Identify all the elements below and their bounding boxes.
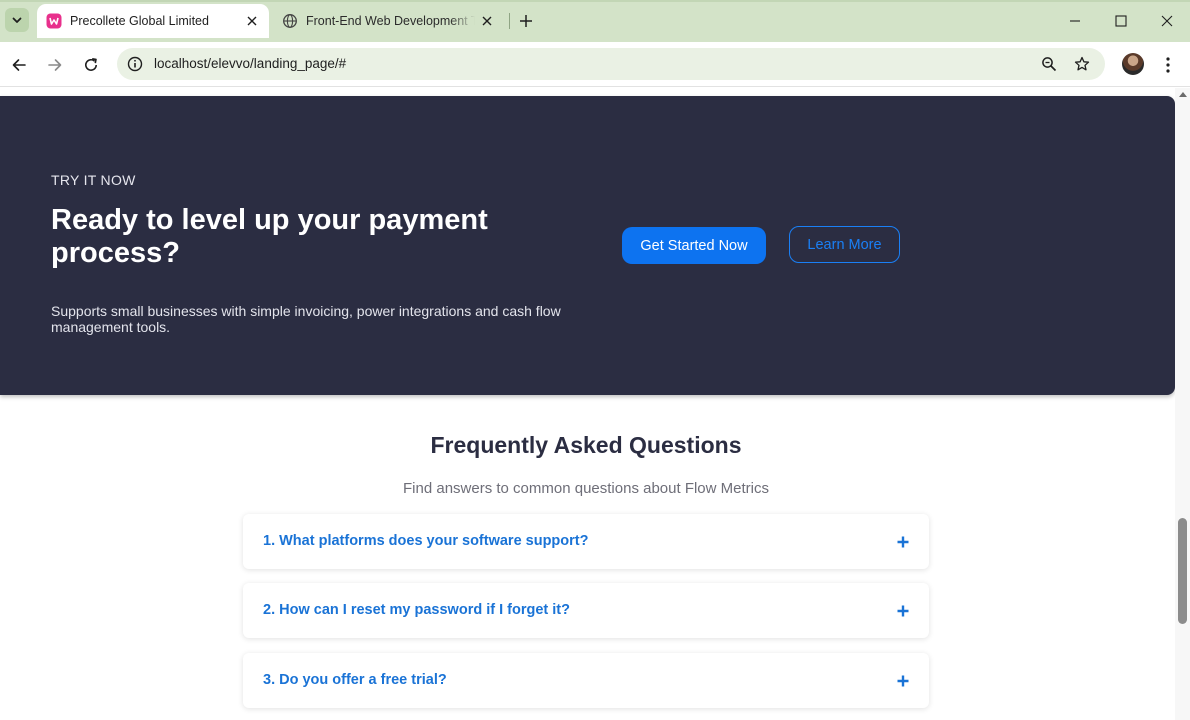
tab-search-button[interactable]: [5, 8, 29, 32]
star-icon: [1074, 56, 1090, 71]
close-tab-button[interactable]: [475, 9, 499, 33]
chevron-down-icon: [12, 17, 22, 23]
faq-question: 1. What platforms does your software sup…: [263, 533, 589, 549]
tab-divider: [509, 13, 510, 29]
plus-icon: [897, 536, 909, 548]
arrow-right-icon: [48, 59, 62, 71]
get-started-button[interactable]: Get Started Now: [622, 227, 766, 264]
back-button[interactable]: [5, 51, 33, 79]
page-viewport: TRY IT NOW Ready to level up your paymen…: [0, 88, 1190, 720]
cta-section: TRY IT NOW Ready to level up your paymen…: [0, 96, 1175, 395]
browser-menu-button[interactable]: [1156, 51, 1180, 79]
faq-item[interactable]: 2. How can I reset my password if I forg…: [243, 583, 929, 638]
close-icon: [247, 16, 257, 26]
reload-button[interactable]: [77, 51, 105, 79]
minimize-icon: [1070, 20, 1080, 22]
profile-avatar[interactable]: [1122, 53, 1144, 75]
globe-icon: [283, 14, 297, 28]
plus-icon: [897, 605, 909, 617]
scrollbar-thumb[interactable]: [1178, 518, 1187, 624]
minimize-button[interactable]: [1060, 6, 1090, 36]
tab-title: Front-End Web Development Te: [306, 14, 475, 28]
faq-item[interactable]: 1. What platforms does your software sup…: [243, 514, 929, 569]
close-icon: [1161, 15, 1173, 27]
expand-button[interactable]: [895, 673, 911, 689]
learn-more-button[interactable]: Learn More: [789, 226, 900, 263]
expand-button[interactable]: [895, 603, 911, 619]
bookmark-button[interactable]: [1072, 54, 1092, 74]
close-tab-button[interactable]: [240, 9, 264, 33]
tab-front-end[interactable]: Front-End Web Development Te: [272, 4, 504, 38]
faq-item[interactable]: 3. Do you offer a free trial?: [243, 653, 929, 708]
url-text[interactable]: localhost/elevvo/landing_page/#: [154, 56, 346, 71]
faq-question: 2. How can I reset my password if I forg…: [263, 602, 570, 618]
tab-precollete[interactable]: Precollete Global Limited: [37, 4, 269, 38]
plus-icon: [897, 675, 909, 687]
more-vertical-icon: [1166, 57, 1170, 73]
close-icon: [482, 16, 492, 26]
cta-title: Ready to level up your payment process?: [51, 204, 488, 269]
maximize-button[interactable]: [1106, 6, 1136, 36]
cta-description: Supports small businesses with simple in…: [51, 303, 561, 335]
browser-toolbar: localhost/elevvo/landing_page/#: [0, 42, 1190, 87]
zoom-button[interactable]: [1039, 54, 1059, 74]
tab-title: Precollete Global Limited: [70, 14, 209, 28]
expand-button[interactable]: [895, 534, 911, 550]
faq-question: 3. Do you offer a free trial?: [263, 672, 447, 688]
close-window-button[interactable]: [1152, 6, 1182, 36]
scroll-up-arrow-icon[interactable]: [1179, 92, 1187, 97]
forward-button[interactable]: [41, 51, 69, 79]
address-bar[interactable]: localhost/elevvo/landing_page/#: [117, 48, 1105, 80]
info-icon: [127, 56, 143, 72]
cta-eyebrow: TRY IT NOW: [51, 172, 136, 188]
faq-subtitle: Find answers to common questions about F…: [403, 480, 769, 497]
zoom-icon: [1042, 57, 1057, 72]
plus-icon: [520, 15, 532, 27]
tab-strip: Precollete Global Limited Front-End Web …: [0, 0, 1190, 42]
vertical-scrollbar[interactable]: [1175, 88, 1190, 720]
arrow-left-icon: [12, 59, 26, 71]
reload-icon: [85, 58, 97, 71]
maximize-icon: [1115, 15, 1127, 27]
site-favicon-icon: [46, 13, 62, 29]
faq-title: Frequently Asked Questions: [430, 432, 742, 458]
new-tab-button[interactable]: [514, 9, 538, 33]
site-info-button[interactable]: [125, 54, 145, 74]
